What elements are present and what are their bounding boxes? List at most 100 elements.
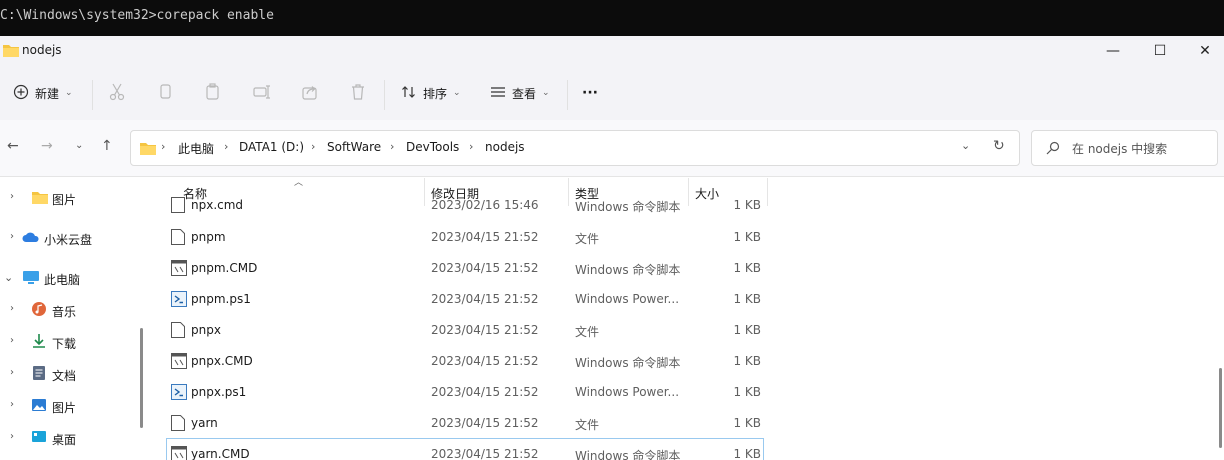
chevron-right-icon[interactable]: › bbox=[10, 303, 14, 314]
up-arrow-icon[interactable]: ↑ bbox=[101, 138, 113, 154]
folder-icon bbox=[139, 140, 157, 159]
chevron-down-icon[interactable]: ⌄ bbox=[4, 271, 13, 284]
sort-button[interactable]: 排序 ⌄ bbox=[401, 80, 461, 106]
paste-icon[interactable] bbox=[205, 83, 221, 104]
breadcrumb-software[interactable]: SoftWare bbox=[327, 140, 381, 154]
terminal-window[interactable]: C:\Windows\system32>corepack enable bbox=[0, 0, 1224, 36]
sort-ascending-icon: ︿ bbox=[294, 178, 304, 188]
file-name: yarn bbox=[191, 416, 218, 430]
sidebar-item-pictures-quick[interactable]: › 图片 bbox=[0, 186, 140, 210]
search-box[interactable]: 在 nodejs 中搜索 bbox=[1031, 130, 1218, 166]
ps1-file-icon bbox=[171, 291, 187, 310]
file-row[interactable]: pnpm 2023/04/15 21:52 文件 1 KB bbox=[148, 222, 768, 253]
toolbar-divider bbox=[567, 80, 568, 110]
share-icon[interactable] bbox=[301, 83, 319, 104]
new-button[interactable]: 新建 ⌄ bbox=[13, 80, 73, 106]
delete-icon[interactable] bbox=[350, 83, 366, 104]
address-bar[interactable]: › 此电脑 › DATA1 (D:) › SoftWare › DevTools… bbox=[130, 130, 1020, 166]
view-button[interactable]: 查看 ⌄ bbox=[490, 80, 550, 106]
file-date: 2023/02/16 15:46 bbox=[431, 198, 539, 212]
sidebar-scrollbar[interactable] bbox=[140, 328, 143, 428]
ps1-file-icon bbox=[171, 384, 187, 403]
file-type: 文件 bbox=[575, 418, 600, 432]
file-date: 2023/04/15 21:52 bbox=[431, 230, 539, 244]
file-name: npx.cmd bbox=[191, 198, 244, 212]
file-icon bbox=[171, 415, 185, 434]
file-explorer-window: nodejs — ☐ ✕ 新建 ⌄ 排序 ⌄ 查看 ⌄ ··· ← → ⌄ ↑ … bbox=[0, 36, 1224, 460]
file-list-scrollbar[interactable] bbox=[1219, 368, 1222, 448]
file-type: Windows 命令脚本 bbox=[575, 449, 681, 460]
file-type: Windows 命令脚本 bbox=[575, 356, 681, 370]
file-name: pnpm.ps1 bbox=[191, 292, 251, 306]
folder-icon bbox=[31, 189, 49, 208]
chevron-right-icon[interactable]: › bbox=[10, 367, 14, 378]
file-name: pnpm.CMD bbox=[191, 261, 258, 275]
plus-circle-icon bbox=[13, 84, 29, 103]
toolbar-divider bbox=[384, 80, 385, 110]
document-icon bbox=[31, 365, 47, 384]
file-row[interactable]: yarn.CMD 2023/04/15 21:52 Windows 命令脚本 1… bbox=[166, 438, 764, 460]
sidebar-item-this-pc[interactable]: ⌄ 此电脑 bbox=[0, 266, 140, 290]
cut-icon[interactable] bbox=[109, 83, 125, 104]
sidebar-item-music[interactable]: › 音乐 bbox=[0, 298, 140, 322]
file-date: 2023/04/15 21:52 bbox=[431, 447, 539, 460]
cloud-icon bbox=[22, 229, 40, 248]
file-row[interactable]: pnpx.CMD 2023/04/15 21:52 Windows 命令脚本 1… bbox=[148, 346, 768, 377]
cmd-file-icon bbox=[171, 197, 185, 216]
chevron-down-icon: ⌄ bbox=[453, 88, 461, 98]
address-row: ← → ⌄ ↑ › 此电脑 › DATA1 (D:) › SoftWare › … bbox=[0, 120, 1224, 177]
chevron-right-icon[interactable]: › bbox=[10, 399, 14, 410]
file-row[interactable]: pnpm.CMD 2023/04/15 21:52 Windows 命令脚本 1… bbox=[148, 253, 768, 284]
minimize-button[interactable]: — bbox=[1090, 36, 1136, 66]
cmd-file-icon bbox=[171, 353, 187, 372]
chevron-right-icon: › bbox=[161, 140, 166, 153]
file-row[interactable]: pnpm.ps1 2023/04/15 21:52 Windows Power.… bbox=[148, 284, 768, 315]
chevron-right-icon[interactable]: › bbox=[10, 431, 14, 442]
forward-arrow-icon[interactable]: → bbox=[41, 138, 53, 154]
breadcrumb-data1[interactable]: DATA1 (D:) bbox=[239, 140, 304, 154]
file-size: 1 KB bbox=[733, 198, 761, 212]
file-row[interactable]: yarn 2023/04/15 21:52 文件 1 KB bbox=[148, 408, 768, 439]
file-size: 1 KB bbox=[733, 292, 761, 306]
sidebar-item-desktop[interactable]: › 桌面 bbox=[0, 426, 140, 450]
refresh-icon[interactable]: ↻ bbox=[993, 138, 1005, 154]
chevron-right-icon[interactable]: › bbox=[10, 191, 14, 202]
sidebar-item-downloads[interactable]: › 下载 bbox=[0, 330, 140, 354]
file-row[interactable]: pnpx.ps1 2023/04/15 21:52 Windows Power.… bbox=[148, 377, 768, 408]
sidebar-item-pictures[interactable]: › 图片 bbox=[0, 394, 140, 418]
sidebar-item-documents[interactable]: › 文档 bbox=[0, 362, 140, 386]
breadcrumb-this-pc[interactable]: 此电脑 bbox=[178, 140, 214, 157]
file-date: 2023/04/15 21:52 bbox=[431, 261, 539, 275]
maximize-button[interactable]: ☐ bbox=[1137, 36, 1183, 66]
music-icon bbox=[31, 301, 47, 320]
chevron-right-icon: › bbox=[311, 140, 316, 153]
sidebar-item-xiaomi-cloud[interactable]: › 小米云盘 bbox=[0, 226, 140, 250]
chevron-right-icon[interactable]: › bbox=[10, 335, 14, 346]
file-row[interactable]: npx.cmd 2023/02/16 15:46 Windows 命令脚本 1 … bbox=[148, 190, 768, 221]
close-button[interactable]: ✕ bbox=[1182, 36, 1224, 66]
file-row[interactable]: pnpx 2023/04/15 21:52 文件 1 KB bbox=[148, 315, 768, 346]
breadcrumb-devtools[interactable]: DevTools bbox=[406, 140, 459, 154]
desktop-icon bbox=[31, 429, 47, 448]
file-size: 1 KB bbox=[733, 416, 761, 430]
file-type: Windows Power... bbox=[575, 292, 680, 306]
more-options-button[interactable]: ··· bbox=[582, 80, 598, 106]
breadcrumb-nodejs[interactable]: nodejs bbox=[485, 140, 525, 154]
navigation-pane: › 图片 › 小米云盘 ⌄ 此电脑 › 音乐 › 下载 › 文档 › 图片 › … bbox=[0, 178, 140, 460]
view-list-icon bbox=[490, 84, 506, 103]
cmd-file-icon bbox=[171, 446, 187, 460]
file-date: 2023/04/15 21:52 bbox=[431, 292, 539, 306]
file-type: Windows 命令脚本 bbox=[575, 263, 681, 277]
address-history-chevron-icon[interactable]: ⌄ bbox=[961, 139, 970, 152]
chevron-right-icon[interactable]: › bbox=[10, 231, 14, 242]
rename-icon[interactable] bbox=[253, 83, 271, 104]
back-arrow-icon[interactable]: ← bbox=[7, 138, 19, 154]
search-icon bbox=[1046, 141, 1060, 158]
copy-icon[interactable] bbox=[158, 83, 174, 104]
sidebar-item-label: 此电脑 bbox=[44, 273, 81, 287]
pictures-icon bbox=[31, 397, 47, 416]
file-list: ︿ 名称 修改日期 类型 大小 npx.cmd 2023/02/16 15:46… bbox=[148, 178, 1224, 460]
file-name: pnpm bbox=[191, 230, 226, 244]
recent-locations-chevron-icon[interactable]: ⌄ bbox=[75, 140, 83, 151]
toolbar-divider bbox=[92, 80, 93, 110]
